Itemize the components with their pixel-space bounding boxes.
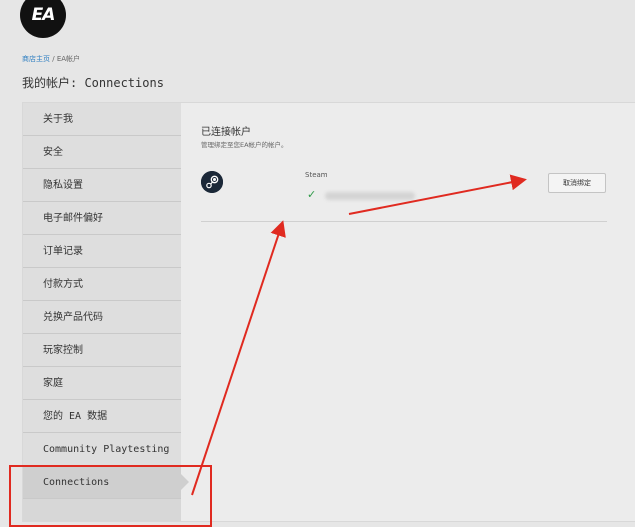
account-panel: 关于我 安全 隐私设置 电子邮件偏好 订单记录 付款方式 兑换产品代码 玩家控制… — [22, 102, 635, 522]
blurred-account-id — [325, 192, 415, 200]
sidebar-item-player-controls[interactable]: 玩家控制 — [23, 334, 181, 367]
steam-icon — [201, 171, 223, 193]
connections-content: 已连接帐户 管理绑定至您EA帐户的帐户。 Steam ✓ 取消绑定 — [181, 103, 635, 521]
sidebar-item-family[interactable]: 家庭 — [23, 367, 181, 400]
sidebar: 关于我 安全 隐私设置 电子邮件偏好 订单记录 付款方式 兑换产品代码 玩家控制… — [23, 103, 189, 521]
connected-accounts-description: 管理绑定至您EA帐户的帐户。 — [201, 141, 288, 149]
sidebar-item-redeem-code[interactable]: 兑换产品代码 — [23, 301, 181, 334]
connected-accounts-title: 已连接帐户 — [201, 127, 251, 138]
ea-logo[interactable]: EA — [20, 0, 66, 38]
breadcrumb-current: EA帐户 — [56, 55, 81, 63]
breadcrumb-home-link[interactable]: 商店主页 — [22, 55, 50, 63]
sidebar-item-privacy-settings[interactable]: 隐私设置 — [23, 169, 181, 202]
breadcrumb: 商店主页 / EA帐户 — [22, 54, 80, 64]
sidebar-item-your-ea-data[interactable]: 您的 EA 数据 — [23, 400, 181, 433]
unlink-button[interactable]: 取消绑定 — [548, 173, 606, 193]
check-icon: ✓ — [307, 188, 317, 201]
sidebar-item-about-me[interactable]: 关于我 — [23, 103, 181, 136]
sidebar-item-security[interactable]: 安全 — [23, 136, 181, 169]
account-name: Steam — [305, 171, 328, 179]
page-title: 我的帐户: Connections — [22, 76, 164, 90]
sidebar-item-email-preferences[interactable]: 电子邮件偏好 — [23, 202, 181, 235]
sidebar-item-payment-methods[interactable]: 付款方式 — [23, 268, 181, 301]
sidebar-item-connections[interactable]: Connections — [23, 466, 189, 499]
sidebar-item-order-history[interactable]: 订单记录 — [23, 235, 181, 268]
connected-account-row: Steam ✓ 取消绑定 — [201, 165, 607, 222]
breadcrumb-separator: / — [52, 55, 55, 63]
sidebar-item-community-playtesting[interactable]: Community Playtesting — [23, 433, 181, 466]
